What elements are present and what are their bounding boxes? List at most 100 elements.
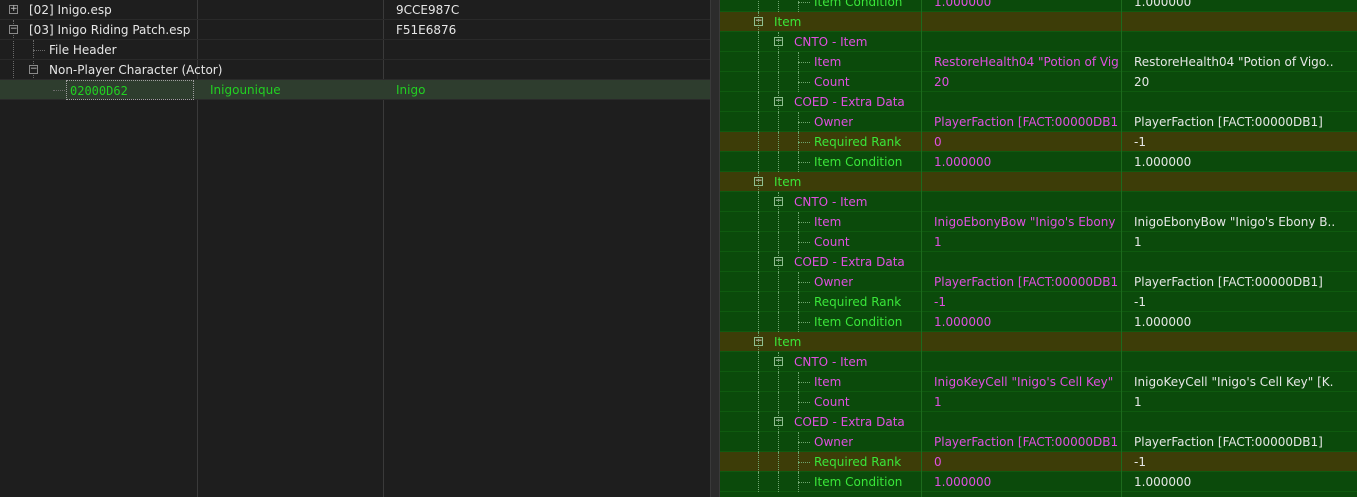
value-patch[interactable]: 20 bbox=[934, 72, 1118, 92]
value-master[interactable]: 1.000000 bbox=[1134, 0, 1334, 12]
value-master[interactable] bbox=[1134, 92, 1334, 112]
collapse-icon[interactable]: − bbox=[774, 417, 783, 426]
tree-row-npc-group[interactable]: − Non-Player Character (Actor) bbox=[0, 60, 710, 80]
value-patch[interactable] bbox=[934, 332, 1118, 352]
value-master[interactable] bbox=[1134, 172, 1334, 192]
value-patch[interactable] bbox=[934, 252, 1118, 272]
value-patch[interactable]: 1.000000 bbox=[934, 472, 1118, 492]
value-master[interactable]: RestoreHealth04 "Potion of Vigo... bbox=[1134, 52, 1334, 72]
value-patch[interactable] bbox=[934, 32, 1118, 52]
value-patch[interactable]: 1 bbox=[934, 232, 1118, 252]
tree-row-file-header[interactable]: File Header bbox=[0, 40, 710, 60]
value-master[interactable]: PlayerFaction [FACT:00000DB1] bbox=[1134, 272, 1334, 292]
value-master[interactable]: 1 bbox=[1134, 392, 1334, 412]
value-master[interactable] bbox=[1134, 12, 1334, 32]
record-row-item[interactable]: − Item bbox=[720, 12, 1357, 32]
value-patch[interactable]: InigoEbonyBow "Inigo's Ebony B... bbox=[934, 212, 1118, 232]
record-row-group[interactable]: − CNTO - Item bbox=[720, 192, 1357, 212]
record-row-leaf[interactable]: Item Condition 1.000000 1.000000 bbox=[720, 152, 1357, 172]
collapse-icon[interactable]: − bbox=[774, 97, 783, 106]
record-row-leaf[interactable]: Owner PlayerFaction [FACT:00000DB1] Player… bbox=[720, 432, 1357, 452]
pane-splitter[interactable] bbox=[710, 0, 720, 497]
record-row-leaf-partial[interactable]: Item Condition 1.000000 1.000000 bbox=[720, 0, 1357, 12]
value-patch[interactable] bbox=[934, 172, 1118, 192]
value-master[interactable] bbox=[1134, 412, 1334, 432]
value-master[interactable]: PlayerFaction [FACT:00000DB1] bbox=[1134, 432, 1334, 452]
value-master[interactable] bbox=[1134, 352, 1334, 372]
value-master[interactable] bbox=[1134, 252, 1334, 272]
record-row-leaf[interactable]: Item RestoreHealth04 "Potion of Vigo... Re… bbox=[720, 52, 1357, 72]
value-master[interactable] bbox=[1134, 332, 1334, 352]
record-view-pane[interactable]: Item Condition 1.000000 1.000000 − Item − CNTO… bbox=[720, 0, 1357, 497]
record-row-leaf[interactable]: Count 1 1 bbox=[720, 232, 1357, 252]
plugin-label: [03] Inigo Riding Patch.esp bbox=[29, 23, 191, 37]
value-patch[interactable]: PlayerFaction [FACT:00000DB1] bbox=[934, 432, 1118, 452]
value-master[interactable]: InigoKeyCell "Inigo's Cell Key" [K... bbox=[1134, 372, 1334, 392]
value-patch[interactable]: InigoKeyCell "Inigo's Cell Key" [K... bbox=[934, 372, 1118, 392]
value-master[interactable]: 1.000000 bbox=[1134, 472, 1334, 492]
value-master[interactable]: 1.000000 bbox=[1134, 152, 1334, 172]
record-row-group[interactable]: − CNTO - Item bbox=[720, 352, 1357, 372]
value-master[interactable]: PlayerFaction [FACT:00000DB1] bbox=[1134, 112, 1334, 132]
group-label: Non-Player Character (Actor) bbox=[49, 63, 223, 77]
value-patch[interactable] bbox=[934, 352, 1118, 372]
record-row-conflict[interactable]: Required Rank 0 -1 bbox=[720, 452, 1357, 472]
collapse-icon[interactable]: − bbox=[29, 65, 38, 74]
record-row-item[interactable]: − Item bbox=[720, 172, 1357, 192]
value-master[interactable] bbox=[1134, 32, 1334, 52]
collapse-icon[interactable]: − bbox=[754, 177, 763, 186]
collapse-icon[interactable]: − bbox=[754, 337, 763, 346]
value-master[interactable]: InigoEbonyBow "Inigo's Ebony B... bbox=[1134, 212, 1334, 232]
record-row-leaf[interactable]: Owner PlayerFaction [FACT:00000DB1] Player… bbox=[720, 112, 1357, 132]
record-row-item[interactable]: − Item bbox=[720, 332, 1357, 352]
value-patch[interactable]: PlayerFaction [FACT:00000DB1] bbox=[934, 272, 1118, 292]
collapse-icon[interactable]: − bbox=[774, 357, 783, 366]
value-patch[interactable]: 1.000000 bbox=[934, 0, 1118, 12]
expand-icon[interactable]: + bbox=[9, 5, 18, 14]
collapse-icon[interactable]: − bbox=[774, 37, 783, 46]
record-row-leaf[interactable]: Count 20 20 bbox=[720, 72, 1357, 92]
collapse-icon[interactable]: − bbox=[9, 25, 18, 34]
value-master[interactable]: -1 bbox=[1134, 292, 1334, 312]
record-row-group[interactable]: − COED - Extra Data bbox=[720, 92, 1357, 112]
record-row-conflict[interactable]: Required Rank 0 -1 bbox=[720, 132, 1357, 152]
record-row-leaf[interactable]: Owner PlayerFaction [FACT:00000DB1] Player… bbox=[720, 272, 1357, 292]
value-master[interactable]: 20 bbox=[1134, 72, 1334, 92]
value-patch[interactable]: RestoreHealth04 "Potion of Vigo... bbox=[934, 52, 1118, 72]
value-patch[interactable] bbox=[934, 412, 1118, 432]
value-master[interactable]: 1 bbox=[1134, 232, 1334, 252]
record-row-leaf[interactable]: Item Condition 1.000000 1.000000 bbox=[720, 472, 1357, 492]
tree-row-record-inigo[interactable]: 02000D62 Inigounique Inigo bbox=[0, 80, 710, 100]
tree-guide bbox=[778, 52, 779, 72]
value-patch[interactable]: 1.000000 bbox=[934, 152, 1118, 172]
value-master[interactable]: -1 bbox=[1134, 452, 1334, 472]
record-row-leaf[interactable]: Item InigoEbonyBow "Inigo's Ebony B... Ini… bbox=[720, 212, 1357, 232]
value-patch[interactable] bbox=[934, 92, 1118, 112]
value-master[interactable]: 1.000000 bbox=[1134, 312, 1334, 332]
value-patch[interactable]: PlayerFaction [FACT:00000DB1] bbox=[934, 112, 1118, 132]
tree-guide bbox=[758, 292, 759, 312]
value-patch[interactable]: 0 bbox=[934, 452, 1118, 472]
tree-row-plugin-riding-patch[interactable]: − [03] Inigo Riding Patch.esp F51E6876 bbox=[0, 20, 710, 40]
value-patch[interactable]: 1.000000 bbox=[934, 312, 1118, 332]
record-row-leaf[interactable]: Required Rank -1 -1 bbox=[720, 292, 1357, 312]
collapse-icon[interactable]: − bbox=[754, 17, 763, 26]
value-patch[interactable] bbox=[934, 192, 1118, 212]
record-row-leaf[interactable]: Item InigoKeyCell "Inigo's Cell Key" [K..… bbox=[720, 372, 1357, 392]
navigation-tree-pane[interactable]: + [02] Inigo.esp 9CCE987C − [03] Inigo R… bbox=[0, 0, 710, 497]
value-patch[interactable]: 1 bbox=[934, 392, 1118, 412]
collapse-icon[interactable]: − bbox=[774, 257, 783, 266]
field-label: Owner bbox=[814, 115, 854, 129]
collapse-icon[interactable]: − bbox=[774, 197, 783, 206]
tree-row-plugin-inigo[interactable]: + [02] Inigo.esp 9CCE987C bbox=[0, 0, 710, 20]
record-row-leaf[interactable]: Item Condition 1.000000 1.000000 bbox=[720, 312, 1357, 332]
record-row-group[interactable]: − CNTO - Item bbox=[720, 32, 1357, 52]
value-master[interactable] bbox=[1134, 192, 1334, 212]
record-row-group[interactable]: − COED - Extra Data bbox=[720, 252, 1357, 272]
value-master[interactable]: -1 bbox=[1134, 132, 1334, 152]
record-row-group[interactable]: − COED - Extra Data bbox=[720, 412, 1357, 432]
record-row-leaf[interactable]: Count 1 1 bbox=[720, 392, 1357, 412]
value-patch[interactable]: 0 bbox=[934, 132, 1118, 152]
value-patch[interactable] bbox=[934, 12, 1118, 32]
value-patch[interactable]: -1 bbox=[934, 292, 1118, 312]
